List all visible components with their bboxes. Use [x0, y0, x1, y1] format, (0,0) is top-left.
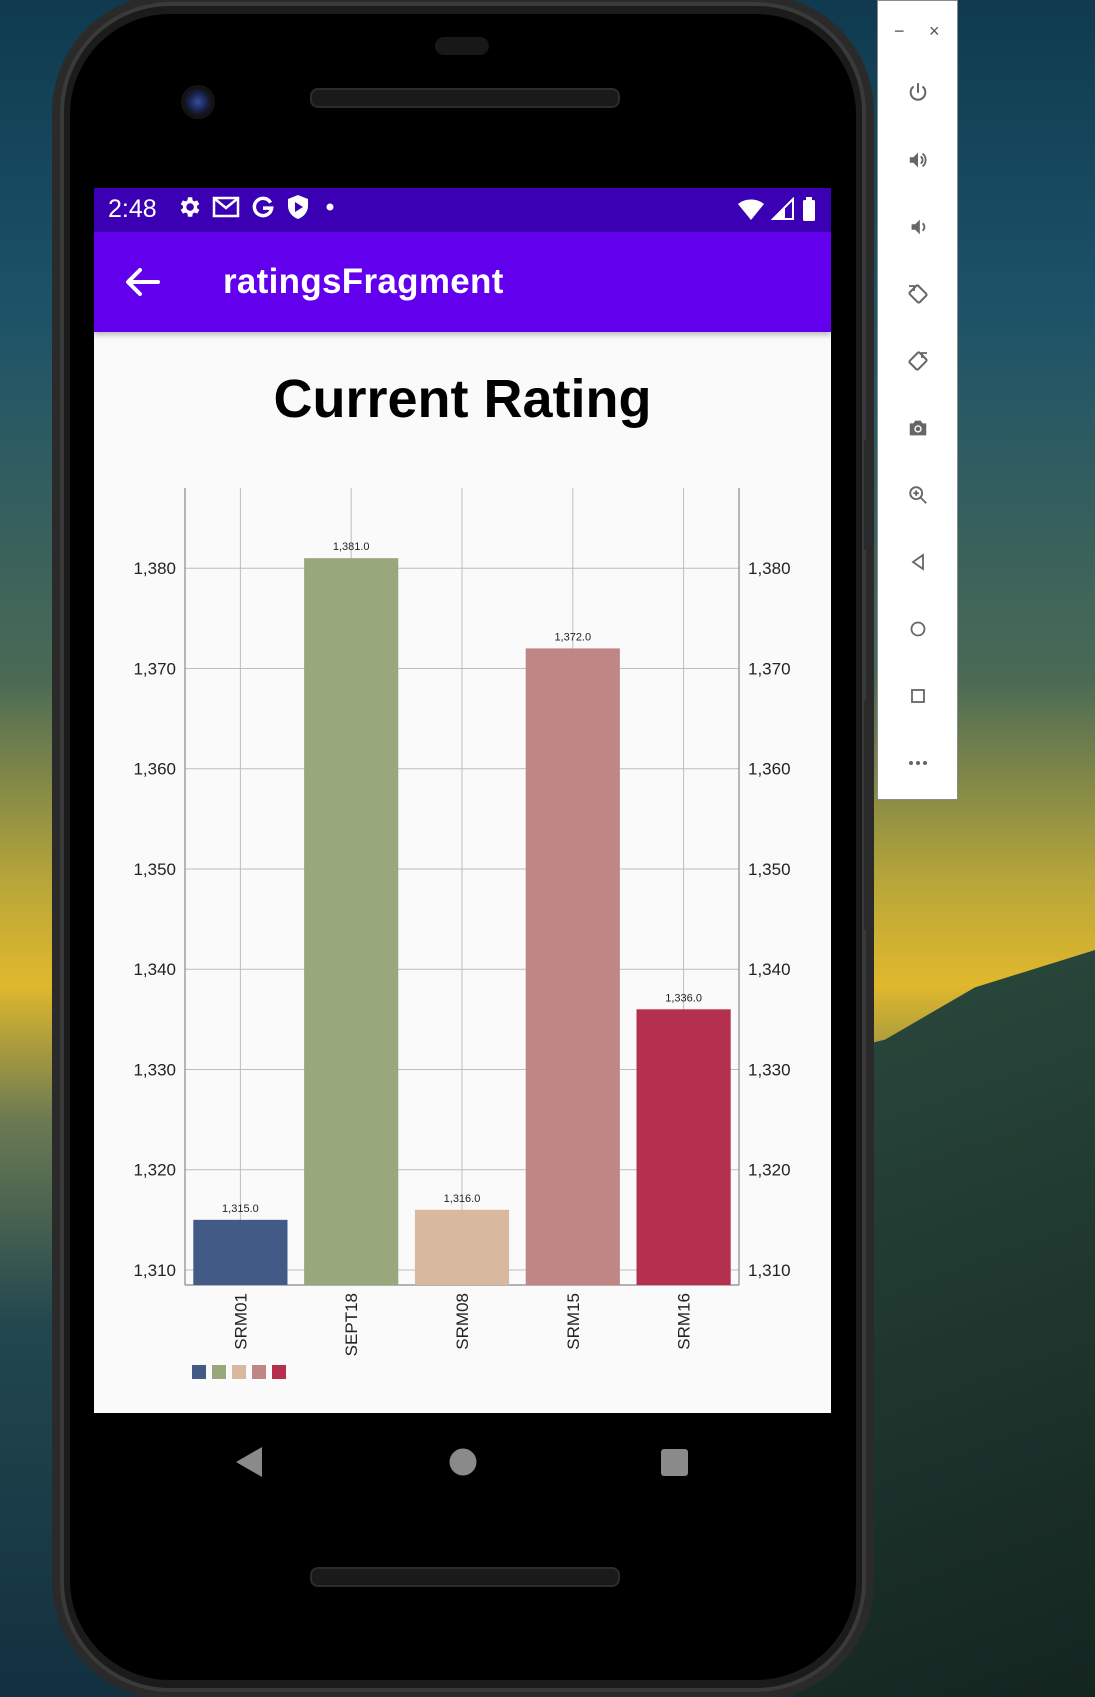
y-tick-label-left: 1,310 — [133, 1261, 176, 1280]
y-tick-label-left: 1,380 — [133, 559, 176, 578]
y-tick-label-left: 1,320 — [133, 1161, 176, 1180]
y-tick-label-right: 1,380 — [748, 559, 791, 578]
nav-home-icon[interactable] — [448, 1447, 478, 1477]
bar-value-label: 1,316.0 — [444, 1193, 481, 1205]
legend-swatch — [212, 1365, 226, 1379]
emulator-window-controls: − × — [878, 21, 959, 45]
close-button[interactable]: × — [929, 21, 940, 42]
bar-srm15 — [525, 648, 620, 1285]
rotate-left-icon[interactable] — [902, 278, 934, 310]
top-sensor — [435, 37, 489, 55]
front-camera — [181, 85, 215, 119]
volume-down-icon[interactable] — [902, 211, 934, 243]
overview-square-icon[interactable] — [902, 680, 934, 712]
x-tick-label: SRM01 — [231, 1293, 250, 1350]
bar-value-label: 1,336.0 — [665, 992, 702, 1004]
emulator-toolbar: − × — [877, 0, 958, 800]
minimize-button[interactable]: − — [894, 21, 905, 42]
y-tick-label-right: 1,350 — [748, 860, 791, 879]
x-tick-label: SEPT18 — [342, 1293, 361, 1356]
bar-value-label: 1,372.0 — [554, 631, 591, 643]
bar-srm08 — [414, 1209, 510, 1285]
volume-up-icon[interactable] — [902, 144, 934, 176]
x-tick-label: SRM16 — [675, 1293, 694, 1350]
top-speaker — [310, 88, 620, 108]
y-tick-label-left: 1,360 — [133, 760, 176, 779]
x-tick-label: SRM08 — [453, 1293, 472, 1350]
bar-sept18 — [304, 558, 399, 1285]
y-tick-label-right: 1,340 — [748, 960, 791, 979]
legend-swatch — [252, 1365, 266, 1379]
zoom-icon[interactable] — [902, 479, 934, 511]
bar-value-label: 1,315.0 — [222, 1203, 259, 1215]
y-tick-label-right: 1,310 — [748, 1261, 791, 1280]
more-icon[interactable] — [902, 747, 934, 779]
bar-chart: 1,310 1,310 1,320 1,320 1,330 1,330 1,340 1,340… — [133, 488, 791, 1379]
power-icon[interactable] — [902, 77, 934, 109]
phone-side-button — [864, 440, 872, 550]
bottom-speaker — [310, 1567, 620, 1587]
bar-srm01 — [193, 1219, 288, 1285]
phone-screen: 2:48 ratingsFragment Current Rating 1,31… — [94, 188, 831, 1413]
y-tick-label-right: 1,330 — [748, 1060, 791, 1079]
bar-srm16 — [636, 1009, 731, 1285]
phone-volume-button — [864, 700, 872, 930]
camera-icon[interactable] — [902, 412, 934, 444]
rotate-right-icon[interactable] — [902, 345, 934, 377]
legend-swatch — [192, 1365, 206, 1379]
y-tick-label-right: 1,360 — [748, 760, 791, 779]
nav-recents-icon[interactable] — [660, 1448, 689, 1477]
y-tick-label-left: 1,370 — [133, 659, 176, 678]
x-tick-label: SRM15 — [564, 1293, 583, 1350]
home-circle-icon[interactable] — [902, 613, 934, 645]
back-triangle-icon[interactable] — [902, 546, 934, 578]
y-tick-label-left: 1,340 — [133, 960, 176, 979]
y-tick-label-left: 1,350 — [133, 860, 176, 879]
y-tick-label-right: 1,370 — [748, 659, 791, 678]
bar-value-label: 1,381.0 — [333, 541, 370, 553]
y-tick-label-right: 1,320 — [748, 1161, 791, 1180]
nav-back-icon[interactable] — [234, 1445, 266, 1479]
y-tick-label-left: 1,330 — [133, 1060, 176, 1079]
legend-swatch — [232, 1365, 246, 1379]
navigation-bar — [94, 1413, 831, 1523]
legend-swatch — [272, 1365, 286, 1379]
